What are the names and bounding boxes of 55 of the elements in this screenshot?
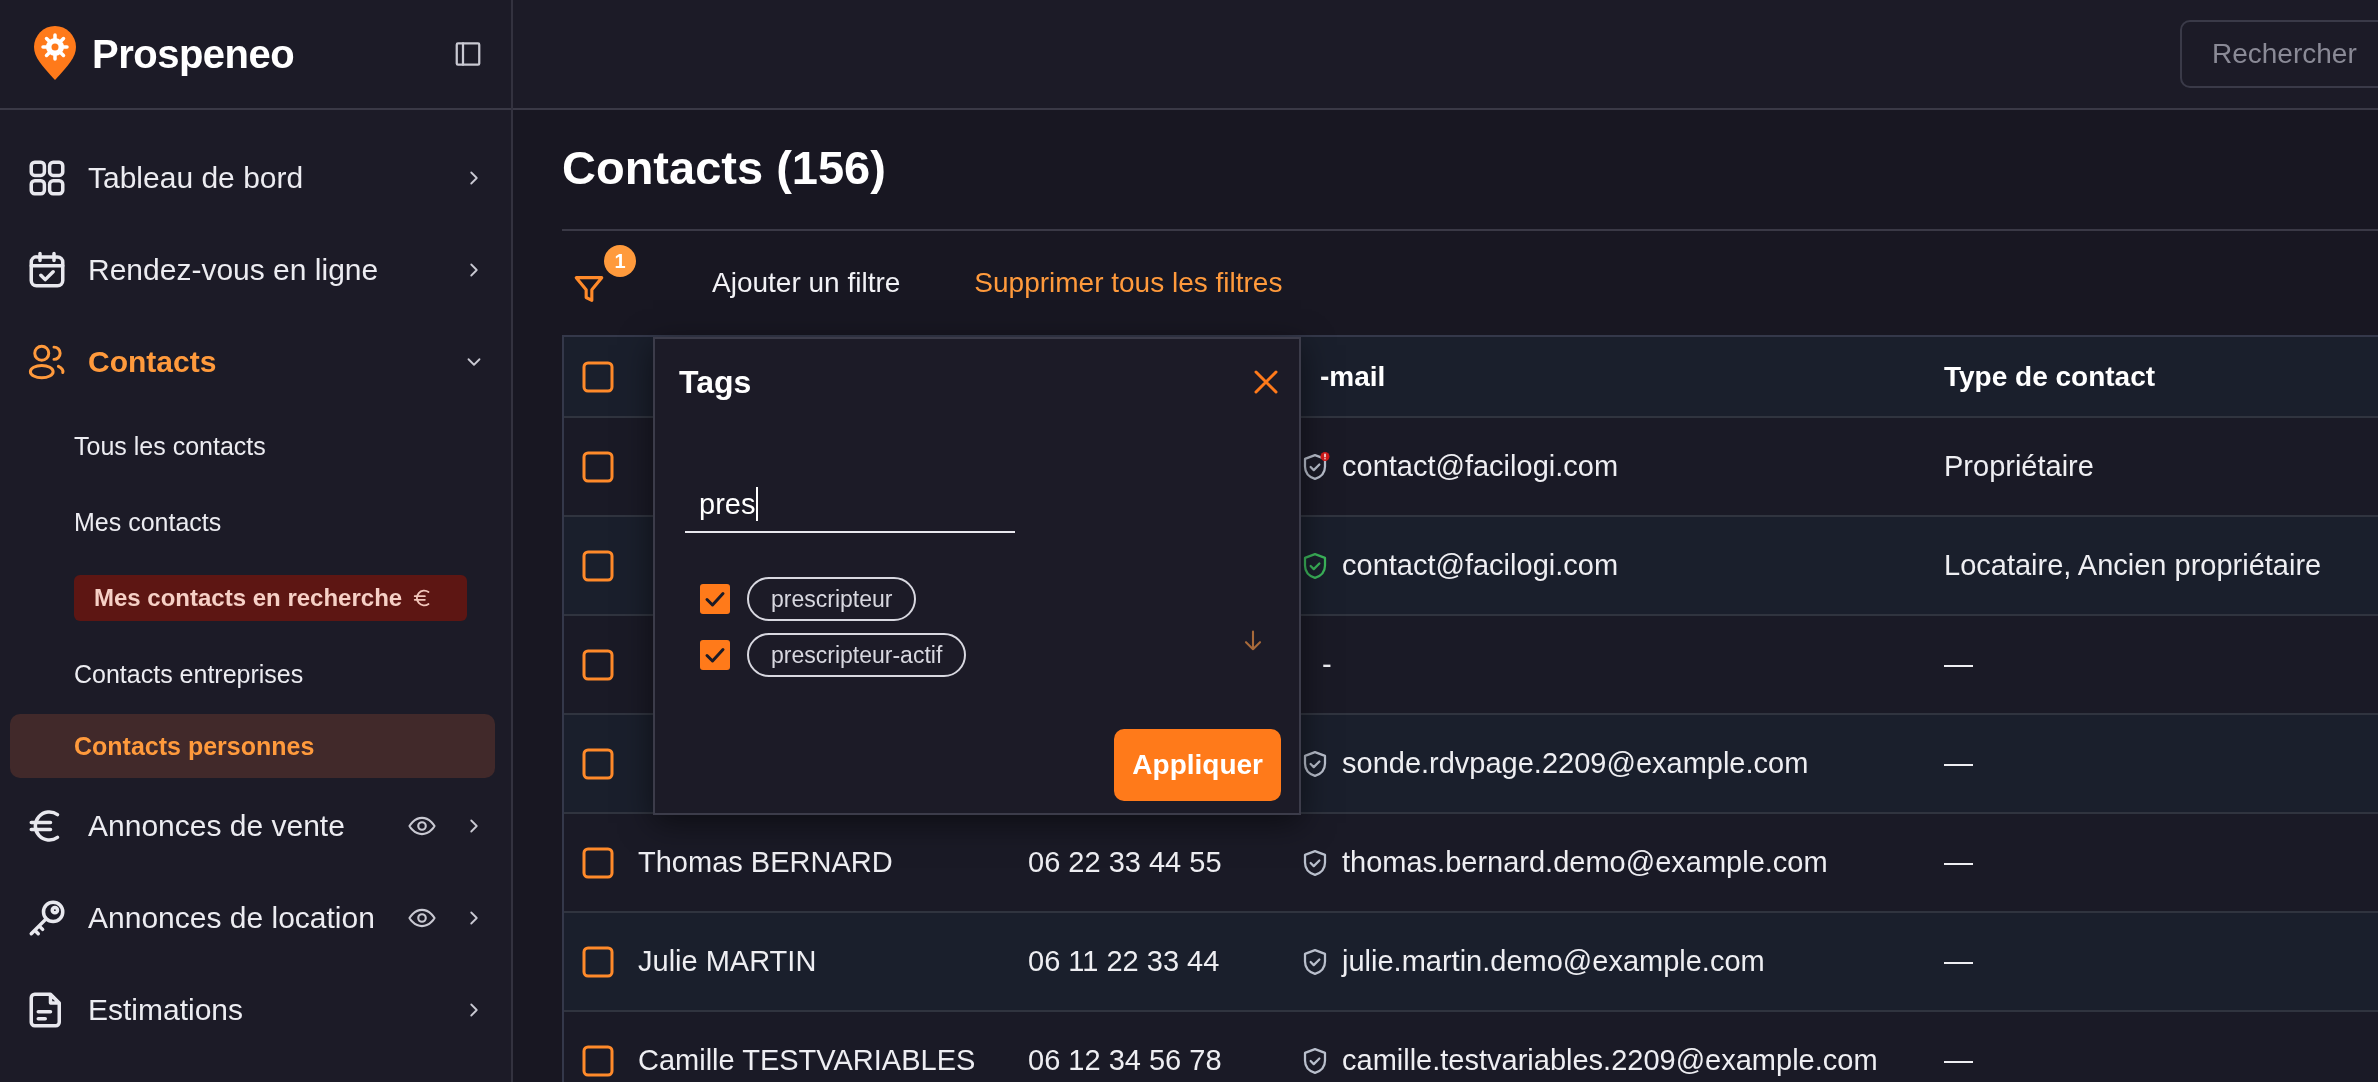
checkbox[interactable] <box>582 1044 614 1077</box>
sidebar-item[interactable]: Mes contacts <box>10 490 495 554</box>
checkbox[interactable] <box>582 360 614 393</box>
table-cell: — <box>1944 1044 1973 1077</box>
table-cell: 06 12 34 56 78 <box>1028 1044 1222 1077</box>
table-cell: contact@facilogi.com <box>1342 549 1619 582</box>
table-cell: Propriétaire <box>1944 450 2094 483</box>
tag-chip[interactable]: prescripteur-actif <box>747 633 967 677</box>
sidebar-toggle-icon[interactable] <box>453 39 483 69</box>
search-field[interactable]: Rechercher <box>2180 20 2378 88</box>
table-cell: — <box>1944 747 1973 780</box>
column-header: -mail <box>1319 360 1386 393</box>
nav-item[interactable]: Tableau de bord <box>0 132 511 224</box>
table-cell: julie.martin.demo@example.com <box>1342 945 1765 978</box>
tag-search-field[interactable]: pres <box>685 477 1015 533</box>
table-cell: — <box>1944 846 1973 879</box>
checkbox[interactable] <box>582 945 614 978</box>
sidebar-item[interactable]: Contacts personnes <box>10 714 495 778</box>
nav-item[interactable]: Estimations <box>0 964 511 1056</box>
checkbox[interactable] <box>582 846 614 879</box>
nav-item[interactable]: Annonces de vente <box>0 780 511 872</box>
checkbox[interactable] <box>699 583 731 615</box>
checkbox[interactable] <box>699 639 731 671</box>
table-cell: Thomas BERNARD <box>638 846 893 879</box>
nav-item[interactable]: Rendez-vous en ligne <box>0 224 511 316</box>
table-cell: contact@facilogi.com <box>1342 450 1619 483</box>
tag-chip[interactable]: prescripteur <box>747 577 917 621</box>
sidebar-item[interactable]: Contacts entreprises <box>10 642 495 706</box>
sidebar-item[interactable]: Mes contacts en recherche <box>74 575 467 621</box>
table-cell: — <box>1944 648 1973 681</box>
table-cell: 06 22 33 44 55 <box>1028 846 1222 879</box>
clear-filters-link[interactable]: Supprimer tous les filtres <box>974 267 1283 299</box>
table-cell: 06 11 22 33 44 <box>1028 945 1220 978</box>
table-cell: - <box>1322 648 1332 681</box>
count-badge: 1 <box>604 245 636 277</box>
table-cell: Locataire, Ancien propriétaire <box>1944 549 2322 582</box>
nav-item[interactable]: Annonces de location <box>0 872 511 964</box>
popup-title: Tags <box>679 363 752 401</box>
table-cell: Julie MARTIN <box>638 945 817 978</box>
checkbox[interactable] <box>582 747 614 780</box>
sidebar-item[interactable]: Tous les contacts <box>10 414 495 478</box>
column-header: Type de contact <box>1944 360 2156 393</box>
table-cell: camille.testvariables.2209@example.com <box>1342 1044 1878 1077</box>
table-cell: thomas.bernard.demo@example.com <box>1342 846 1828 879</box>
checkbox[interactable] <box>582 648 614 681</box>
table-cell: — <box>1944 945 1973 978</box>
logo-pin-icon <box>32 26 78 82</box>
page-title: Contacts (156) <box>562 110 2378 231</box>
table-cell: Camille TESTVARIABLES <box>638 1044 976 1077</box>
brand-name: Prospeneo <box>92 31 296 77</box>
checkbox[interactable] <box>582 549 614 582</box>
add-filter-link[interactable]: Ajouter un filtre <box>712 267 901 299</box>
nav-item[interactable]: Contacts <box>0 316 511 408</box>
checkbox[interactable] <box>582 450 614 483</box>
table-cell: sonde.rdvpage.2209@example.com <box>1342 747 1809 780</box>
